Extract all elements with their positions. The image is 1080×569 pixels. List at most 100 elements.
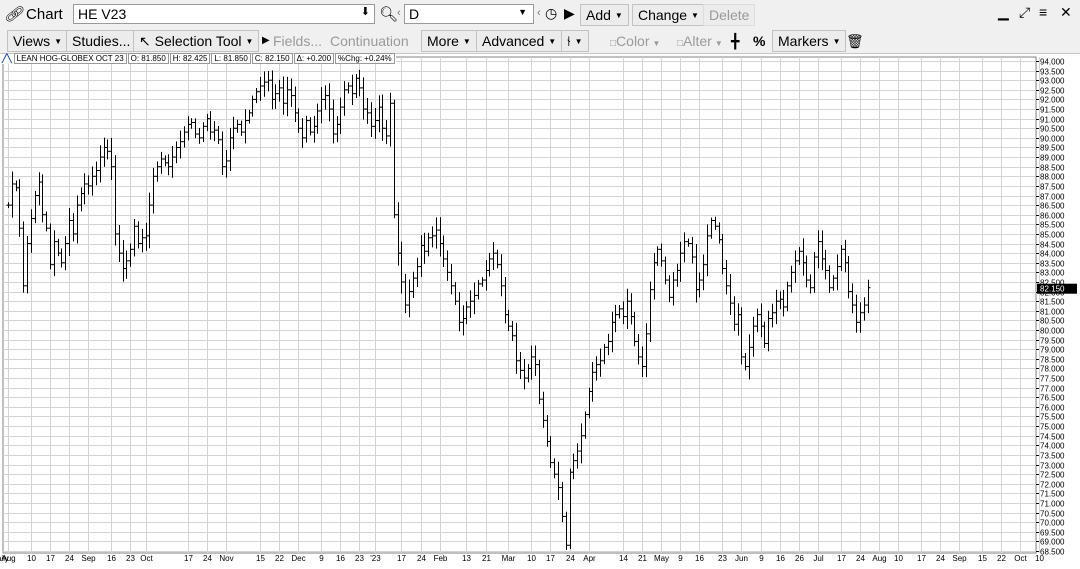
y-tick-label: 79.000	[1040, 346, 1065, 355]
y-tick-label: 72.000	[1040, 481, 1065, 490]
x-tick-label: 23	[355, 554, 364, 563]
y-tick-label: 88.500	[1040, 164, 1065, 173]
close-value: C: 82.150	[251, 53, 293, 64]
y-tick-label: 91.000	[1040, 116, 1065, 125]
x-tick-label: 13	[462, 554, 471, 563]
y-tick-label: 87.500	[1040, 183, 1065, 192]
change-button[interactable]: Change ▼	[632, 4, 705, 26]
price-chart-svg[interactable]: 68.50069.00069.50070.00070.50071.00071.5…	[0, 53, 1080, 566]
y-tick-label: 89.500	[1040, 144, 1065, 153]
y-tick-label: 72.500	[1040, 471, 1065, 480]
minimize-icon[interactable]: ▁	[998, 4, 1009, 21]
x-tick-label: 16	[695, 554, 704, 563]
alter-button[interactable]: □Alter ▼	[677, 31, 723, 54]
studies-button[interactable]: Studies...	[66, 30, 137, 52]
symbol-dropdown-icon[interactable]: ⬇︎	[361, 5, 370, 18]
high-value: H: 82.425	[169, 53, 211, 64]
y-tick-label: 81.000	[1040, 308, 1065, 317]
contract-name: LEAN HOG-GLOBEX OCT 23	[13, 53, 127, 64]
y-tick-label: 84.000	[1040, 250, 1065, 259]
crosshair-icon[interactable]: ╋	[731, 31, 739, 51]
y-tick-label: 73.500	[1040, 452, 1065, 461]
clock-icon[interactable]: ◷	[545, 5, 557, 22]
x-tick-label: 9	[759, 554, 764, 563]
color-button[interactable]: □Color ▼	[610, 31, 660, 54]
x-tick-label: Daily	[0, 554, 9, 563]
x-tick-label: Feb	[434, 554, 448, 563]
x-tick-label: 23	[718, 554, 727, 563]
link-icon[interactable]: 🔗︎	[4, 6, 23, 23]
markers-button[interactable]: Markers ▼	[772, 30, 847, 52]
y-tick-label: 71.000	[1040, 500, 1065, 509]
y-tick-label: 78.000	[1040, 365, 1065, 374]
y-tick-label: 75.500	[1040, 413, 1065, 422]
expand-icon[interactable]: ⤢	[1019, 4, 1030, 21]
x-tick-label: 17	[184, 554, 193, 563]
bar-type-button[interactable]: ⫮ ▼	[561, 30, 589, 52]
y-tick-label: 69.500	[1040, 529, 1065, 538]
x-tick-label: 17	[917, 554, 926, 563]
chevron-down-icon: ▼	[574, 37, 583, 46]
x-tick-label: 16	[336, 554, 345, 563]
y-tick-label: 90.500	[1040, 125, 1065, 134]
y-tick-label: 87.000	[1040, 193, 1065, 202]
close-icon[interactable]: ✕	[1060, 4, 1072, 21]
interval-left-arrow-icon[interactable]: ‹	[397, 7, 401, 19]
x-tick-label: Oct	[1014, 554, 1027, 563]
plot-frame	[2, 56, 1037, 554]
play-icon[interactable]: ▶	[564, 5, 575, 22]
y-tick-label: 88.000	[1040, 173, 1065, 182]
y-tick-label: 92.000	[1040, 96, 1065, 105]
price-chart[interactable]: 68.500 69.000 69.500 70.000 70.500 71.000 71.5…	[0, 53, 1080, 566]
more-button[interactable]: More ▼	[421, 30, 477, 52]
y-tick-label: 69.000	[1040, 538, 1065, 547]
app-title: 🔗︎ Chart	[4, 6, 63, 23]
search-icon[interactable]: 🔍︎	[379, 5, 398, 23]
x-tick-label: 22	[997, 554, 1006, 563]
x-tick-label: '23	[370, 554, 381, 563]
y-tick-label: 76.500	[1040, 394, 1065, 403]
delete-button[interactable]: Delete	[703, 4, 756, 26]
x-tick-label: 15	[256, 554, 265, 563]
y-tick-label: 70.000	[1040, 519, 1065, 528]
interval-right-arrow-icon[interactable]: ‹	[537, 7, 541, 19]
x-tick-label: 24	[566, 554, 575, 563]
y-tick-label: 71.500	[1040, 490, 1065, 499]
interval-select[interactable]: D ▼	[404, 4, 534, 24]
y-tick-label: 73.000	[1040, 462, 1065, 471]
chevron-right-icon[interactable]: ▶	[262, 31, 270, 51]
add-button[interactable]: Add ▼	[580, 4, 629, 26]
x-tick-label: 24	[936, 554, 945, 563]
fields-button[interactable]: Fields...	[273, 31, 322, 51]
x-tick-label: 17	[46, 554, 55, 563]
y-tick-label: 81.500	[1040, 298, 1065, 307]
percent-button[interactable]: %	[753, 31, 765, 51]
x-tick-label: Sep	[81, 554, 96, 563]
chevron-down-icon: ▼	[462, 37, 471, 46]
views-button[interactable]: Views ▼	[7, 30, 69, 52]
y-tick-label: 90.000	[1040, 135, 1065, 144]
symbol-input[interactable]: HE V23 ⬇︎	[73, 4, 375, 24]
y-tick-label: 78.500	[1040, 356, 1065, 365]
x-tick-label: Oct	[140, 554, 153, 563]
x-tick-label: 22	[275, 554, 284, 563]
low-value: L: 81.850	[211, 53, 251, 64]
x-tick-label: 10	[27, 554, 36, 563]
interval-dropdown-icon[interactable]: ▼	[518, 7, 527, 17]
continuation-button[interactable]: Continuation	[330, 31, 409, 51]
selection-tool-button[interactable]: ↖ Selection Tool ▼	[133, 30, 260, 52]
interval-value: D	[409, 6, 420, 22]
chart-toolbar: Views ▼ Studies... ↖ Selection Tool ▼ ▶ Fi…	[0, 29, 1080, 54]
x-tick-label: 17	[546, 554, 555, 563]
menu-icon[interactable]: ≡	[1039, 4, 1047, 20]
x-tick-label: 21	[638, 554, 647, 563]
x-tick-label: 24	[203, 554, 212, 563]
trash-icon[interactable]: 🗑︎	[846, 31, 864, 51]
x-tick-label: 24	[417, 554, 426, 563]
pct-change-value: %Chg: +0.24%	[335, 53, 395, 64]
y-tick-label: 77.500	[1040, 375, 1065, 384]
y-tick-label: 94.000	[1040, 58, 1065, 67]
advanced-button[interactable]: Advanced ▼	[476, 30, 563, 52]
x-tick-label: 24	[65, 554, 74, 563]
chart-line-icon: ╱╲	[2, 54, 12, 63]
